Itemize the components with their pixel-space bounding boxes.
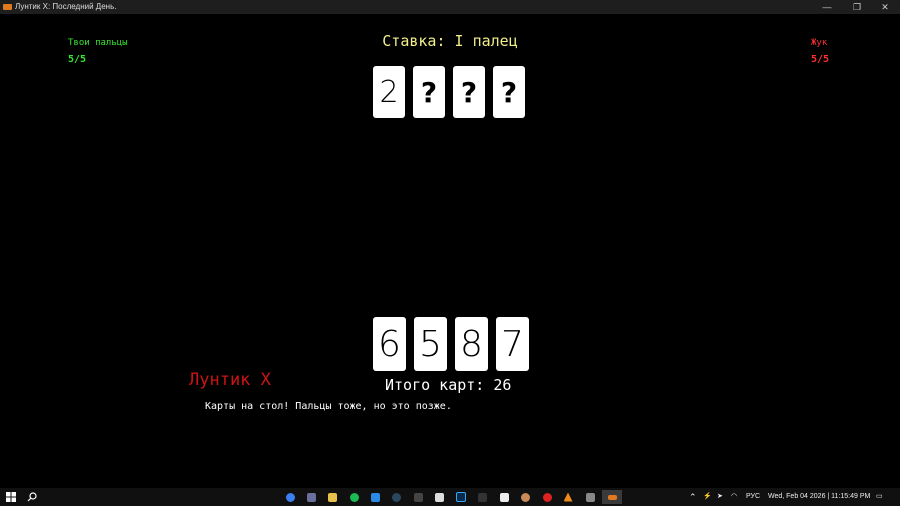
- taskbar: ⌃ ⚡ ➤ ◠ РУС Wed, Feb 04 2026 | 11:15:49 …: [0, 488, 900, 506]
- taskbar-app-vscode[interactable]: [368, 490, 382, 504]
- windows-icon: [6, 492, 16, 502]
- window-app-icon: [585, 492, 595, 502]
- game-app-icon: [607, 494, 617, 500]
- player-card[interactable]: 7: [496, 317, 529, 371]
- tray-flash-icon[interactable]: ⚡: [703, 488, 712, 506]
- taskbar-app-game-active[interactable]: [602, 490, 622, 504]
- maximize-button[interactable]: ❐: [843, 0, 871, 14]
- minimize-button[interactable]: —: [813, 0, 841, 14]
- close-button[interactable]: ✕: [871, 0, 899, 14]
- record-icon: [542, 492, 552, 502]
- taskbar-app-terminal[interactable]: [411, 490, 425, 504]
- taskbar-app-h[interactable]: [497, 490, 511, 504]
- taskbar-app-window[interactable]: [583, 490, 597, 504]
- firefox-icon: [285, 492, 295, 502]
- window-title: Лунтик X: Последний День.: [15, 2, 117, 11]
- dialogue-speaker: Лунтик X: [189, 370, 271, 390]
- player-card[interactable]: 6: [373, 317, 406, 371]
- taskbar-app-tool[interactable]: [432, 490, 446, 504]
- player-card[interactable]: 8: [455, 317, 488, 371]
- opponent-card: 2: [373, 66, 405, 118]
- chevron-icon: [477, 492, 487, 502]
- player-fingers-value: 5/5: [68, 54, 87, 65]
- vscode-icon: [370, 492, 380, 502]
- dialogue-text[interactable]: Карты на стол! Пальцы тоже, но это позже…: [205, 401, 452, 412]
- terminal-icon: [413, 492, 423, 502]
- vlc-icon: [563, 492, 573, 502]
- taskbar-app-mountain[interactable]: [304, 490, 318, 504]
- player-card[interactable]: 5: [414, 317, 447, 371]
- taskbar-app-files[interactable]: [325, 490, 339, 504]
- character-icon: [520, 492, 530, 502]
- mountain-icon: [306, 492, 316, 502]
- h-app-icon: [499, 492, 509, 502]
- taskbar-app-character[interactable]: [518, 490, 532, 504]
- folder-icon: [327, 492, 337, 502]
- opponent-fingers-value: 5/5: [811, 54, 830, 65]
- search-button[interactable]: [25, 490, 39, 504]
- taskbar-app-photoshop[interactable]: [454, 490, 468, 504]
- opponent-cards: 2 ? ? ?: [373, 66, 525, 118]
- search-icon: [27, 492, 37, 502]
- tray-chevron-up-icon[interactable]: ⌃: [689, 488, 697, 506]
- tray-send-icon[interactable]: ➤: [717, 488, 723, 506]
- tray-wifi-icon[interactable]: ◠: [731, 488, 737, 506]
- taskbar-app-spotify[interactable]: [347, 490, 361, 504]
- taskbar-app-firefox[interactable]: [283, 490, 297, 504]
- start-button[interactable]: [4, 490, 18, 504]
- taskbar-app-vlc[interactable]: [561, 490, 575, 504]
- opponent-card-hidden: ?: [453, 66, 485, 118]
- taskbar-app-chevron[interactable]: [475, 490, 489, 504]
- tool-icon: [434, 492, 444, 502]
- notification-icon[interactable]: ▭: [876, 488, 883, 506]
- bet-label: Ставка: I палец: [382, 32, 518, 50]
- opponent-card-hidden: ?: [493, 66, 525, 118]
- app-icon: [3, 4, 12, 10]
- player-cards[interactable]: 6 5 8 7: [373, 317, 529, 371]
- opponent-card-hidden: ?: [413, 66, 445, 118]
- taskbar-app-steam[interactable]: [389, 490, 403, 504]
- window-titlebar: Лунтик X: Последний День. — ❐ ✕: [0, 0, 900, 14]
- spotify-icon: [349, 492, 359, 502]
- taskbar-app-record[interactable]: [540, 490, 554, 504]
- language-indicator[interactable]: РУС: [746, 488, 760, 506]
- game-canvas: Твои пальцы 5/5 Жук 5/5 Ставка: I палец …: [0, 14, 900, 488]
- clock[interactable]: Wed, Feb 04 2026 | 11:15:49 PM: [768, 488, 870, 506]
- steam-icon: [391, 492, 401, 502]
- total-cards-label: Итого карт: 26: [385, 376, 512, 394]
- photoshop-icon: [456, 492, 466, 502]
